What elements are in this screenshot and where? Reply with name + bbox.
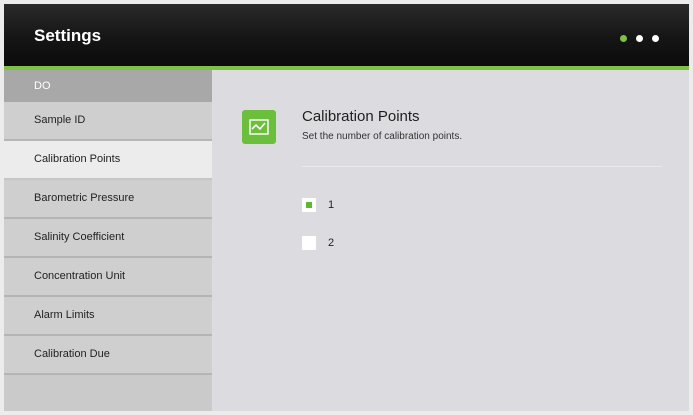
sidebar-item-calibration-points[interactable]: Calibration Points — [4, 141, 212, 180]
sidebar-item-label: Alarm Limits — [34, 309, 95, 321]
chart-line-icon — [242, 110, 276, 144]
sidebar-item-sample-id[interactable]: Sample ID — [4, 102, 212, 141]
settings-panel: Calibration Points Set the number of cal… — [212, 70, 689, 411]
option-2[interactable]: 2 — [302, 236, 334, 250]
radio-button[interactable] — [302, 236, 316, 250]
section-description: Set the number of calibration points. — [302, 131, 463, 142]
radio-selected-indicator — [306, 202, 312, 208]
divider — [302, 166, 662, 167]
option-label: 2 — [328, 237, 335, 249]
page-title: Settings — [34, 26, 102, 45]
section-title: Calibration Points — [302, 108, 420, 125]
sidebar-item-label: Salinity Coefficient — [34, 231, 125, 243]
sidebar-group-header: DO — [4, 70, 212, 102]
option-1[interactable]: 1 — [302, 198, 334, 212]
sidebar-item-label: Sample ID — [34, 114, 86, 126]
sidebar-item-label: Calibration Points — [34, 153, 121, 165]
dot-icon — [652, 35, 659, 42]
sidebar-item-salinity-coefficient[interactable]: Salinity Coefficient — [4, 219, 212, 258]
sidebar: DO Sample ID Calibration Points Barometr… — [4, 70, 212, 411]
dot-icon — [636, 35, 643, 42]
option-label: 1 — [328, 199, 335, 211]
more-menu-button[interactable] — [620, 35, 659, 42]
sidebar-item-concentration-unit[interactable]: Concentration Unit — [4, 258, 212, 297]
sidebar-item-label: Concentration Unit — [34, 270, 126, 282]
sidebar-item-calibration-due[interactable]: Calibration Due — [4, 336, 212, 375]
title-bar: Settings — [4, 4, 689, 66]
sidebar-item-label: Calibration Due — [34, 348, 110, 360]
app-window: Settings DO Sample ID Calibration Points… — [4, 4, 689, 411]
radio-button[interactable] — [302, 198, 316, 212]
status-dot-icon — [620, 35, 627, 42]
sidebar-item-barometric-pressure[interactable]: Barometric Pressure — [4, 180, 212, 219]
sidebar-item-label: Barometric Pressure — [34, 192, 135, 204]
sidebar-item-alarm-limits[interactable]: Alarm Limits — [4, 297, 212, 336]
